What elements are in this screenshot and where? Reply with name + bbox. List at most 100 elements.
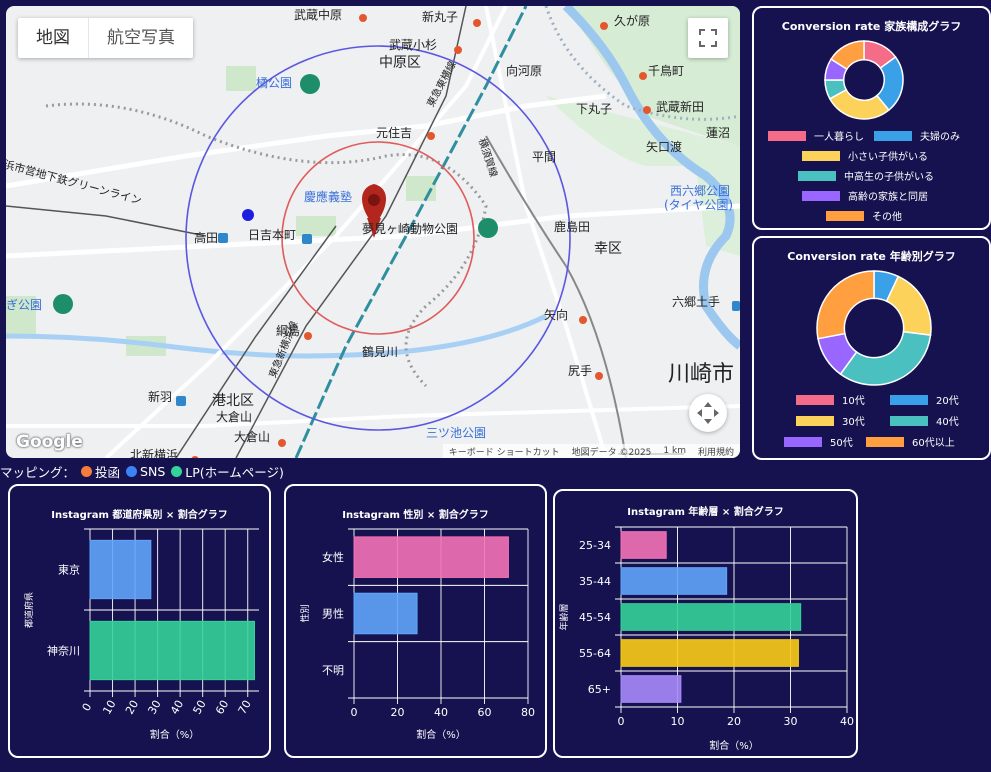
pref-bar[interactable] (89, 539, 152, 600)
family-donut-chart (824, 40, 904, 120)
gender-y-axis-title: 性別 (299, 604, 311, 622)
gender-tick-label: 0 (351, 706, 358, 719)
gender-tick-label: 60 (478, 706, 492, 719)
map-label-shirite: 尻手 (568, 364, 593, 378)
map-label-yaguchinowatashi: 矢口渡 (646, 140, 683, 154)
agebar-x-axis-title: 割合（%） (709, 739, 759, 752)
pref-tick-label: 20 (123, 698, 141, 717)
agebar-category-label: 45-54 (579, 611, 611, 624)
scale-label[interactable]: 1 km (663, 446, 686, 456)
agebar-bar[interactable] (620, 675, 682, 703)
agebar-category-label: 25-34 (579, 539, 611, 552)
map-label-kugahara: 久が原 (614, 14, 651, 28)
family-chart-card: Conversion rate 家族構成グラフ 一人暮らし 夫婦のみ 小さい子供… (752, 6, 991, 230)
map-type-control: 地図 航空写真 (18, 18, 193, 58)
map-label-musashi-nitta: 武蔵新田 (656, 100, 705, 114)
map-type-map-button[interactable]: 地図 (18, 18, 88, 58)
gender-category-label: 男性 (322, 607, 344, 621)
gender-x-axis-title: 割合（%） (416, 728, 466, 741)
pref-tick-label: 70 (236, 698, 254, 717)
family-legend-item[interactable]: 中高生の子供がいる (798, 168, 934, 183)
map-label-yako: 矢向 (544, 308, 569, 322)
family-legend-item[interactable]: 小さい子供がいる (802, 148, 928, 163)
pref-tick-label: 0 (80, 701, 95, 714)
gender-category-label: 女性 (322, 550, 344, 564)
age-legend-item[interactable]: 60代以上 (866, 434, 955, 449)
map-label-keio-univ: 慶應義塾 (304, 190, 353, 204)
mapping-legend-sns: SNS (140, 463, 166, 479)
pref-chart-card: Instagram 都道府県別 × 割合グラフ 0 10 20 30 40 50 60 70 東… (8, 484, 271, 758)
agebar-bar[interactable] (620, 567, 728, 595)
pref-bar-chart: 0 10 20 30 40 50 60 70 東京神奈川割合（%） 都道府県 (23, 528, 259, 741)
gender-bar[interactable] (353, 592, 418, 635)
age-legend-item[interactable]: 50代 (784, 434, 853, 449)
family-legend-item[interactable]: その他 (826, 208, 902, 223)
agebar-bar[interactable] (620, 531, 667, 559)
pref-y-axis-title: 都道府県 (23, 592, 35, 628)
mapping-legend-posting: 投函 (95, 464, 121, 480)
sns-dot-icon (126, 465, 138, 477)
gender-tick-label: 80 (521, 706, 535, 719)
map-label-musashikosugi: 武蔵小杉 (389, 38, 438, 52)
age-legend-item[interactable]: 10代 (796, 392, 865, 407)
pref-bar[interactable] (89, 620, 255, 681)
gender-tick-label: 20 (391, 706, 405, 719)
agebar-y-axis-title: 年齢層 (558, 603, 570, 630)
map-label-tire-park: (タイヤ公園) (664, 198, 734, 212)
pref-category-label: 神奈川 (47, 644, 80, 658)
age-donut-chart (816, 270, 932, 386)
map-label-hirama: 平間 (532, 150, 557, 164)
google-logo: Google (16, 432, 83, 452)
map-label-hiyoshihoncho: 日吉本町 (248, 228, 297, 242)
map-label-takata: 高田 (194, 231, 219, 245)
agebar-category-label: 65+ (588, 683, 611, 696)
map-label-kashimada: 鹿島田 (554, 220, 591, 234)
map-label-okurayama-2: 大倉山 (234, 430, 271, 444)
age-donut-slice[interactable] (816, 270, 875, 340)
mapping-legend-lp: LP(ホームページ) (185, 464, 284, 480)
agebar-category-label: 55-64 (579, 647, 611, 660)
mapping-legend: マッピング： 投函 SNS LP(ホームページ) (0, 462, 284, 480)
pref-x-axis-title: 割合（%） (150, 728, 200, 741)
map-camera-control-button[interactable] (689, 394, 727, 432)
family-legend-item[interactable]: 夫婦のみ (874, 128, 960, 143)
agebar-bar[interactable] (620, 603, 802, 631)
map-label-saiwai-ku: 幸区 (594, 241, 622, 257)
map-label-tsurumigawa: 鶴見川 (362, 345, 399, 359)
gender-category-label: 不明 (322, 664, 344, 677)
map-label-motosumiyoshi: 元住吉 (376, 126, 413, 140)
mapping-legend-label: マッピング： (0, 464, 76, 480)
age-legend-item[interactable]: 20代 (890, 392, 959, 407)
pref-tick-label: 30 (145, 698, 163, 717)
family-legend-item[interactable]: 一人暮らし (768, 128, 864, 143)
agebar-bar[interactable] (620, 639, 799, 667)
family-chart-title: Conversion rate 家族構成グラフ (781, 20, 962, 33)
gender-bar[interactable] (353, 536, 509, 578)
map-label-shinohashi: 新羽 (148, 390, 173, 404)
age-legend-item[interactable]: 40代 (890, 413, 959, 428)
keyboard-shortcuts-link[interactable]: キーボード ショートカット (449, 445, 560, 458)
age-legend-item[interactable]: 30代 (796, 413, 865, 428)
pref-tick-label: 10 (100, 698, 118, 717)
age-donut-slice[interactable] (839, 330, 932, 386)
age-chart-card: Conversion rate 年齢別グラフ 10代 20代 30代 40代 5… (752, 236, 991, 460)
map-type-satellite-button[interactable]: 航空写真 (88, 18, 193, 58)
pref-tick-label: 60 (213, 698, 231, 717)
posting-dot-icon (81, 465, 93, 477)
agebar-tick-label: 0 (618, 715, 625, 728)
map-label-shinmaruko: 新丸子 (422, 10, 459, 24)
terms-link[interactable]: 利用規約 (698, 445, 734, 458)
agebar-tick-label: 30 (784, 715, 798, 728)
agebar-category-label: 35-44 (579, 575, 611, 588)
map-label-kohoku-ku: 港北区 (212, 393, 254, 409)
map-view[interactable]: 武蔵中原 新丸子 久が原 武蔵小杉 中原区 向河原 千鳥町 橘公園 下丸子 武蔵… (6, 6, 740, 458)
agebar-tick-label: 20 (727, 715, 741, 728)
pref-category-label: 東京 (58, 563, 80, 577)
pref-tick-label: 50 (191, 698, 209, 717)
fullscreen-button[interactable] (688, 18, 728, 58)
map-label-rokugodote: 六郷土手 (672, 295, 721, 309)
family-legend-item[interactable]: 高齢の家族と同居 (802, 188, 928, 203)
map-data-credit: 地図データ ©2025 (571, 447, 652, 458)
gender-chart-card: Instagram 性別 × 割合グラフ 0 20 40 60 80 女性 男性 不明 割合（%… (284, 484, 547, 758)
age-chart-title: Conversion rate 年齢別グラフ (787, 250, 956, 263)
